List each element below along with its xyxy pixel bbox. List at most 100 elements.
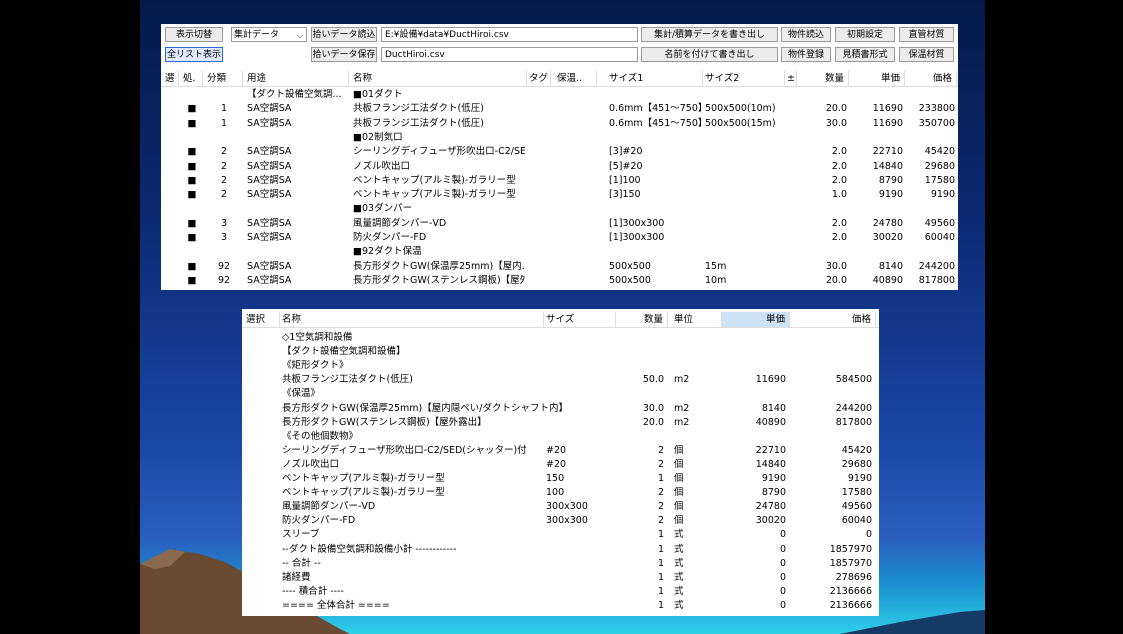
grid2-row[interactable]: 風量調節ダンパー-VD 300x300 2 個 24780 49560 bbox=[242, 500, 879, 514]
pipe-material-button[interactable]: 直管材質 bbox=[899, 27, 954, 42]
initial-settings-button[interactable]: 初期設定 bbox=[835, 27, 895, 42]
grid1-cell-unit bbox=[853, 202, 903, 216]
grid2-cell-uprice: 0 bbox=[779, 599, 786, 611]
grid2-row[interactable]: ベントキャップ(アルミ製)-ガラリー型 100 2 個 8790 17580 bbox=[242, 486, 879, 500]
grid2-cell-name: ---- 積合計 ---- bbox=[282, 585, 344, 597]
grid2-col-header[interactable]: 選択 bbox=[244, 312, 280, 327]
grid2-row[interactable]: 《矩形ダクト》 bbox=[242, 359, 879, 373]
grid1-row[interactable]: ■ 1 SA空調SA 共板フランジ工法ダクト(低圧) 0.6mm【451～750】 500… bbox=[161, 102, 958, 116]
grid1-row[interactable]: ■ 3 SA空調SA 防火ダンパー-FD [1]300x300 2.0 30020 60040 bbox=[161, 231, 958, 245]
grid1-row[interactable]: ■ 92 SA空調SA 長方形ダクトGW(ステンレス鋼板)【屋外... 500x500 1… bbox=[161, 274, 958, 288]
grid2-col-header[interactable]: 名称 bbox=[280, 312, 544, 327]
grid1-cell-size1: [1]100 bbox=[609, 174, 641, 186]
view-toggle-button[interactable]: 表示切替 bbox=[165, 27, 223, 42]
grid2-row[interactable]: 【ダクト設備空気調和設備】 bbox=[242, 345, 879, 359]
grid1-row[interactable]: ■03ダンパー bbox=[161, 202, 958, 216]
grid1-cell-use: SA空調SA bbox=[247, 260, 292, 272]
export-as-button[interactable]: 名前を付けて書き出し bbox=[641, 47, 778, 62]
grid2-cell-qty: 30.0 bbox=[642, 402, 664, 414]
grid2-cell-name: 共板フランジ工法ダクト(低圧) bbox=[282, 374, 413, 386]
grid2-row[interactable]: ベントキャップ(アルミ製)-ガラリー型 150 1 個 9190 9190 bbox=[242, 472, 879, 486]
grid1-col-header[interactable]: 選 bbox=[163, 71, 179, 86]
grid2-col-header[interactable]: 単価 bbox=[722, 312, 790, 327]
grid1-cell-size2 bbox=[705, 145, 783, 159]
grid1-row[interactable]: ■ 3 SA空調SA 風量調節ダンパー-VD [1]300x300 2.0 24780 495… bbox=[161, 217, 958, 231]
grid2-row[interactable]: 防火ダンパー-FD 300x300 2 個 30020 60040 bbox=[242, 514, 879, 528]
insulation-material-button[interactable]: 保温材質 bbox=[899, 47, 954, 62]
grid2-row[interactable]: 《保温》 bbox=[242, 387, 879, 401]
grid2-col-header[interactable]: 数量 bbox=[616, 312, 668, 327]
grid1-row[interactable]: ■ 2 SA空調SA ノズル吹出口 [5]#20 2.0 14840 29680 bbox=[161, 160, 958, 174]
grid1-row[interactable]: ■ 2 SA空調SA ベントキャップ(アルミ製)-ガラリー型 [3]150 1.0 9190… bbox=[161, 188, 958, 202]
grid2-row[interactable]: 長方形ダクトGW(保温厚25mm)【屋内隠ぺい/ダクトシャフト内】 30.0 m2 8… bbox=[242, 402, 879, 416]
grid1-col-header[interactable]: 数量 bbox=[801, 71, 849, 86]
grid2-cell-unit: 個 bbox=[674, 501, 684, 513]
estimate-format-button[interactable]: 見積書形式 bbox=[835, 47, 895, 62]
grid1-cell-cls bbox=[207, 131, 241, 145]
file-name-field[interactable]: DuctHiroi.csv bbox=[381, 47, 638, 62]
grid1-col-header[interactable]: 用途 bbox=[245, 71, 349, 86]
grid1-col-header[interactable]: 名称 bbox=[351, 71, 527, 86]
grid1-col-header[interactable]: 分類 bbox=[205, 71, 243, 86]
export-summary-button[interactable]: 集計/積算データを書き出し bbox=[641, 27, 778, 42]
grid1-row[interactable]: ■ 92 SA空調SA 長方形ダクトGW(保温厚25mm)【屋内... 500x500 1… bbox=[161, 260, 958, 274]
grid1-cell-price bbox=[909, 202, 955, 216]
list-all-button[interactable]: 全リスト表示 bbox=[165, 47, 223, 62]
grid2-row[interactable]: ◇1空気調和設備 bbox=[242, 331, 879, 345]
grid2-cell-uprice bbox=[724, 345, 786, 359]
load-pick-data-button[interactable]: 拾いデータ読込 bbox=[311, 27, 377, 42]
file-path-field[interactable]: E:¥設備¥data¥DuctHiroi.csv bbox=[381, 27, 638, 42]
grid2-row[interactable]: シーリングディフューザ形吹出口-C2/SED(シャッター)付 #20 2 個 22710… bbox=[242, 444, 879, 458]
data-mode-select[interactable]: 集計データ ⌵ bbox=[231, 27, 307, 42]
grid2-cell-size bbox=[546, 359, 612, 373]
grid2-row[interactable]: 長方形ダクトGW(ステンレス鋼板)【屋外露出】 20.0 m2 40890 817800 bbox=[242, 416, 879, 430]
grid1-cell-tag bbox=[529, 88, 549, 102]
grid2-cell-uprice bbox=[724, 331, 786, 345]
grid2-cell-unit: 個 bbox=[674, 473, 684, 484]
grid1-cell-name: 共板フランジ工法ダクト(低圧) bbox=[353, 117, 484, 129]
grid1-row[interactable]: ■ 2 SA空調SA ベントキャップ(アルミ製)-ガラリー型 [1]100 2.0 8790… bbox=[161, 174, 958, 188]
grid2-row[interactable]: スリーブ 1 式 0 0 bbox=[242, 528, 879, 542]
grid1-cell-qty bbox=[803, 88, 847, 102]
grid1-col-header[interactable]: ± bbox=[785, 71, 797, 86]
grid2-cell-uprice: 22710 bbox=[755, 444, 786, 456]
grid1-col-header[interactable]: サイズ1 bbox=[607, 71, 703, 86]
grid2-row[interactable]: ==== 全体合計 ==== 1 式 0 2136666 bbox=[242, 599, 879, 613]
grid2-col-header[interactable]: 価格 bbox=[790, 312, 876, 327]
grid1-cell-name: シーリングディフューザ形吹出口-C2/SED(シ... bbox=[353, 146, 525, 158]
grid2-row[interactable]: -- 合計 -- 1 式 0 1857970 bbox=[242, 557, 879, 571]
property-register-button[interactable]: 物件登録 bbox=[781, 47, 831, 62]
grid1-row[interactable]: ■ 2 SA空調SA シーリングディフューザ形吹出口-C2/SED(シ... [3]#2… bbox=[161, 145, 958, 159]
grid1-cell-price: 17580 bbox=[924, 174, 955, 186]
grid2-cell-unit bbox=[674, 359, 718, 373]
grid2-col-header[interactable]: 単位 bbox=[672, 312, 722, 327]
grid1-cell-name: 長方形ダクトGW(保温厚25mm)【屋内... bbox=[353, 260, 525, 272]
grid2-row[interactable]: ---- 積合計 ---- 1 式 0 2136666 bbox=[242, 585, 879, 599]
grid1-row[interactable]: ■02制気口 bbox=[161, 131, 958, 145]
grid2-row[interactable]: 《その他個数物》 bbox=[242, 430, 879, 444]
property-load-button[interactable]: 物件読込 bbox=[781, 27, 831, 42]
grid1-cell-cls: 92 bbox=[217, 260, 231, 272]
grid1-row[interactable]: ■ 1 SA空調SA 共板フランジ工法ダクト(低圧) 0.6mm【451～750】 500… bbox=[161, 117, 958, 131]
grid1-col-header[interactable]: 単価 bbox=[851, 71, 905, 86]
grid2-cell-size bbox=[546, 599, 612, 613]
grid2-row[interactable]: ノズル吹出口 #20 2 個 14840 29680 bbox=[242, 458, 879, 472]
grid1-col-header[interactable]: サイズ2 bbox=[703, 71, 785, 86]
grid1-col-header[interactable]: 価格 bbox=[907, 71, 957, 86]
grid1-cell-price: 350700 bbox=[918, 117, 955, 129]
grid1-col-header[interactable]: タグ bbox=[527, 71, 551, 86]
grid1-cell-size1: 500x500 bbox=[609, 274, 651, 286]
grid2-cell-name: 【ダクト設備空気調和設備】 bbox=[282, 346, 406, 358]
grid1-row[interactable]: 【ダクト設備空気調... ■01ダクト bbox=[161, 88, 958, 102]
grid1-cell-qty: 2.0 bbox=[831, 217, 847, 229]
grid1-col-header[interactable]: 保温.. bbox=[555, 71, 597, 86]
grid1-row[interactable]: ■92ダクト保温 bbox=[161, 245, 958, 259]
grid2-row[interactable]: 諸経費 1 式 0 278696 bbox=[242, 571, 879, 585]
grid2-row[interactable]: 共板フランジ工法ダクト(低圧) 50.0 m2 11690 584500 bbox=[242, 373, 879, 387]
grid2-row[interactable]: --ダクト設備空気調和設備小計 ------------ 1 式 0 1857970 bbox=[242, 543, 879, 557]
grid1-col-header[interactable]: 処. bbox=[181, 71, 203, 86]
save-pick-data-button[interactable]: 拾いデータ保存 bbox=[311, 47, 377, 62]
grid1-cell-cls: 2 bbox=[220, 189, 228, 201]
grid2-cell-qty: 1 bbox=[657, 557, 664, 569]
grid2-col-header[interactable]: サイズ bbox=[544, 312, 616, 327]
